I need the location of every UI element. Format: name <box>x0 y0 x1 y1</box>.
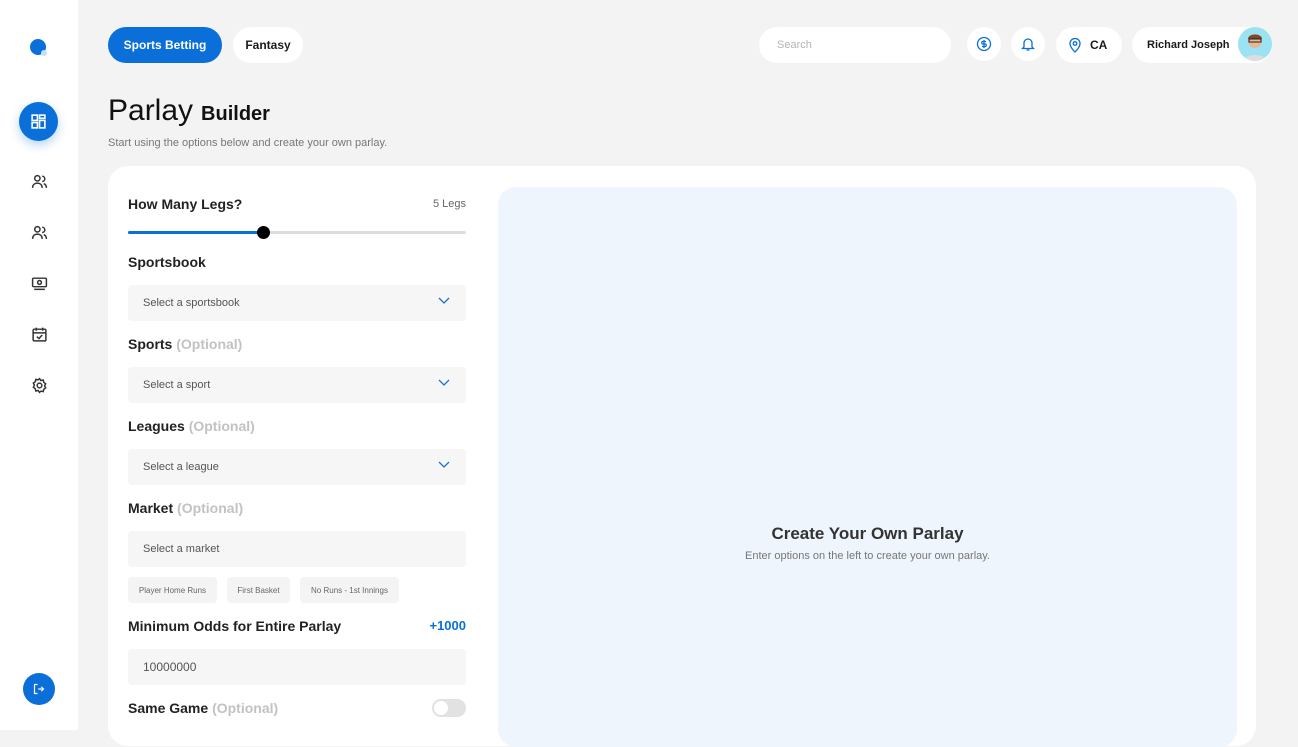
page-title-suffix: Builder <box>201 103 270 125</box>
wallet-button[interactable] <box>967 27 1001 61</box>
legs-value: 5 Legs <box>432 198 466 210</box>
sportsbook-label: Sportsbook <box>128 254 206 270</box>
slider-fill <box>128 231 264 234</box>
page-subtitle: Start using the options below and create… <box>108 137 388 149</box>
sidebar-item-payments[interactable] <box>19 265 59 301</box>
parlay-builder-card: How Many Legs? 5 Legs Sportsbook Select … <box>108 166 1256 747</box>
logout-icon <box>33 683 45 695</box>
empty-state-text: Enter options on the left to create your… <box>745 550 990 562</box>
legs-slider[interactable] <box>128 226 466 239</box>
market-chip[interactable]: Player Home Runs <box>128 577 217 603</box>
page-title: Parlay Builder <box>108 94 270 127</box>
same-game-toggle[interactable] <box>432 699 466 717</box>
min-odds-label: Minimum Odds for Entire Parlay <box>128 618 342 634</box>
grid-icon <box>31 114 46 129</box>
tab-fantasy[interactable]: Fantasy <box>233 27 303 63</box>
chevron-down-icon <box>438 461 450 468</box>
sports-label: Sports (Optional) <box>128 336 243 352</box>
league-placeholder: Select a league <box>143 461 219 473</box>
calendar-icon <box>31 327 47 342</box>
search-input[interactable] <box>759 27 951 63</box>
money-icon <box>31 276 47 290</box>
sidebar-item-dashboard[interactable] <box>19 102 58 141</box>
sport-placeholder: Select a sport <box>143 379 211 391</box>
avatar[interactable] <box>1238 27 1272 61</box>
sidebar-item-users[interactable] <box>19 163 59 199</box>
min-odds-input[interactable]: 10000000 <box>128 649 466 685</box>
market-label: Market (Optional) <box>128 500 244 516</box>
slider-handle[interactable] <box>257 226 271 239</box>
sidebar-item-calendar[interactable] <box>19 316 59 352</box>
user-name: Richard Joseph <box>1147 39 1230 51</box>
sidebar-item-team[interactable] <box>19 214 59 250</box>
parlay-preview-panel: Create Your Own Parlay Enter options on … <box>498 187 1237 747</box>
sport-select[interactable]: Select a sport <box>128 367 466 403</box>
notifications-button[interactable] <box>1011 27 1045 61</box>
league-select[interactable]: Select a league <box>128 449 466 485</box>
market-chip[interactable]: First Basket <box>227 577 290 603</box>
location-selector[interactable]: CA <box>1056 27 1122 63</box>
market-placeholder: Select a market <box>143 543 220 555</box>
min-odds-value: +1000 <box>429 618 466 633</box>
market-chip[interactable]: No Runs - 1st Innings <box>300 577 399 603</box>
chevron-down-icon <box>438 379 450 386</box>
users-icon <box>31 174 47 188</box>
sportsbook-select[interactable]: Select a sportsbook <box>128 285 466 321</box>
bell-icon <box>1020 38 1036 51</box>
sidebar <box>0 0 78 730</box>
chevron-down-icon <box>438 297 450 304</box>
legs-label: How Many Legs? <box>128 196 243 212</box>
logo <box>30 39 47 56</box>
leagues-label: Leagues (Optional) <box>128 418 255 434</box>
logout-button[interactable] <box>23 673 55 705</box>
location-label: CA <box>1090 38 1108 52</box>
gear-icon <box>31 376 47 394</box>
empty-state-title: Create Your Own Parlay <box>771 524 964 543</box>
tab-sports-betting[interactable]: Sports Betting <box>108 27 222 63</box>
location-pin-icon <box>1069 37 1081 53</box>
sportsbook-placeholder: Select a sportsbook <box>143 297 240 309</box>
market-input[interactable]: Select a market <box>128 531 466 567</box>
team-icon <box>31 225 47 239</box>
dollar-icon <box>976 36 992 52</box>
same-game-label: Same Game (Optional) <box>128 700 279 716</box>
sidebar-item-settings[interactable] <box>19 367 59 403</box>
